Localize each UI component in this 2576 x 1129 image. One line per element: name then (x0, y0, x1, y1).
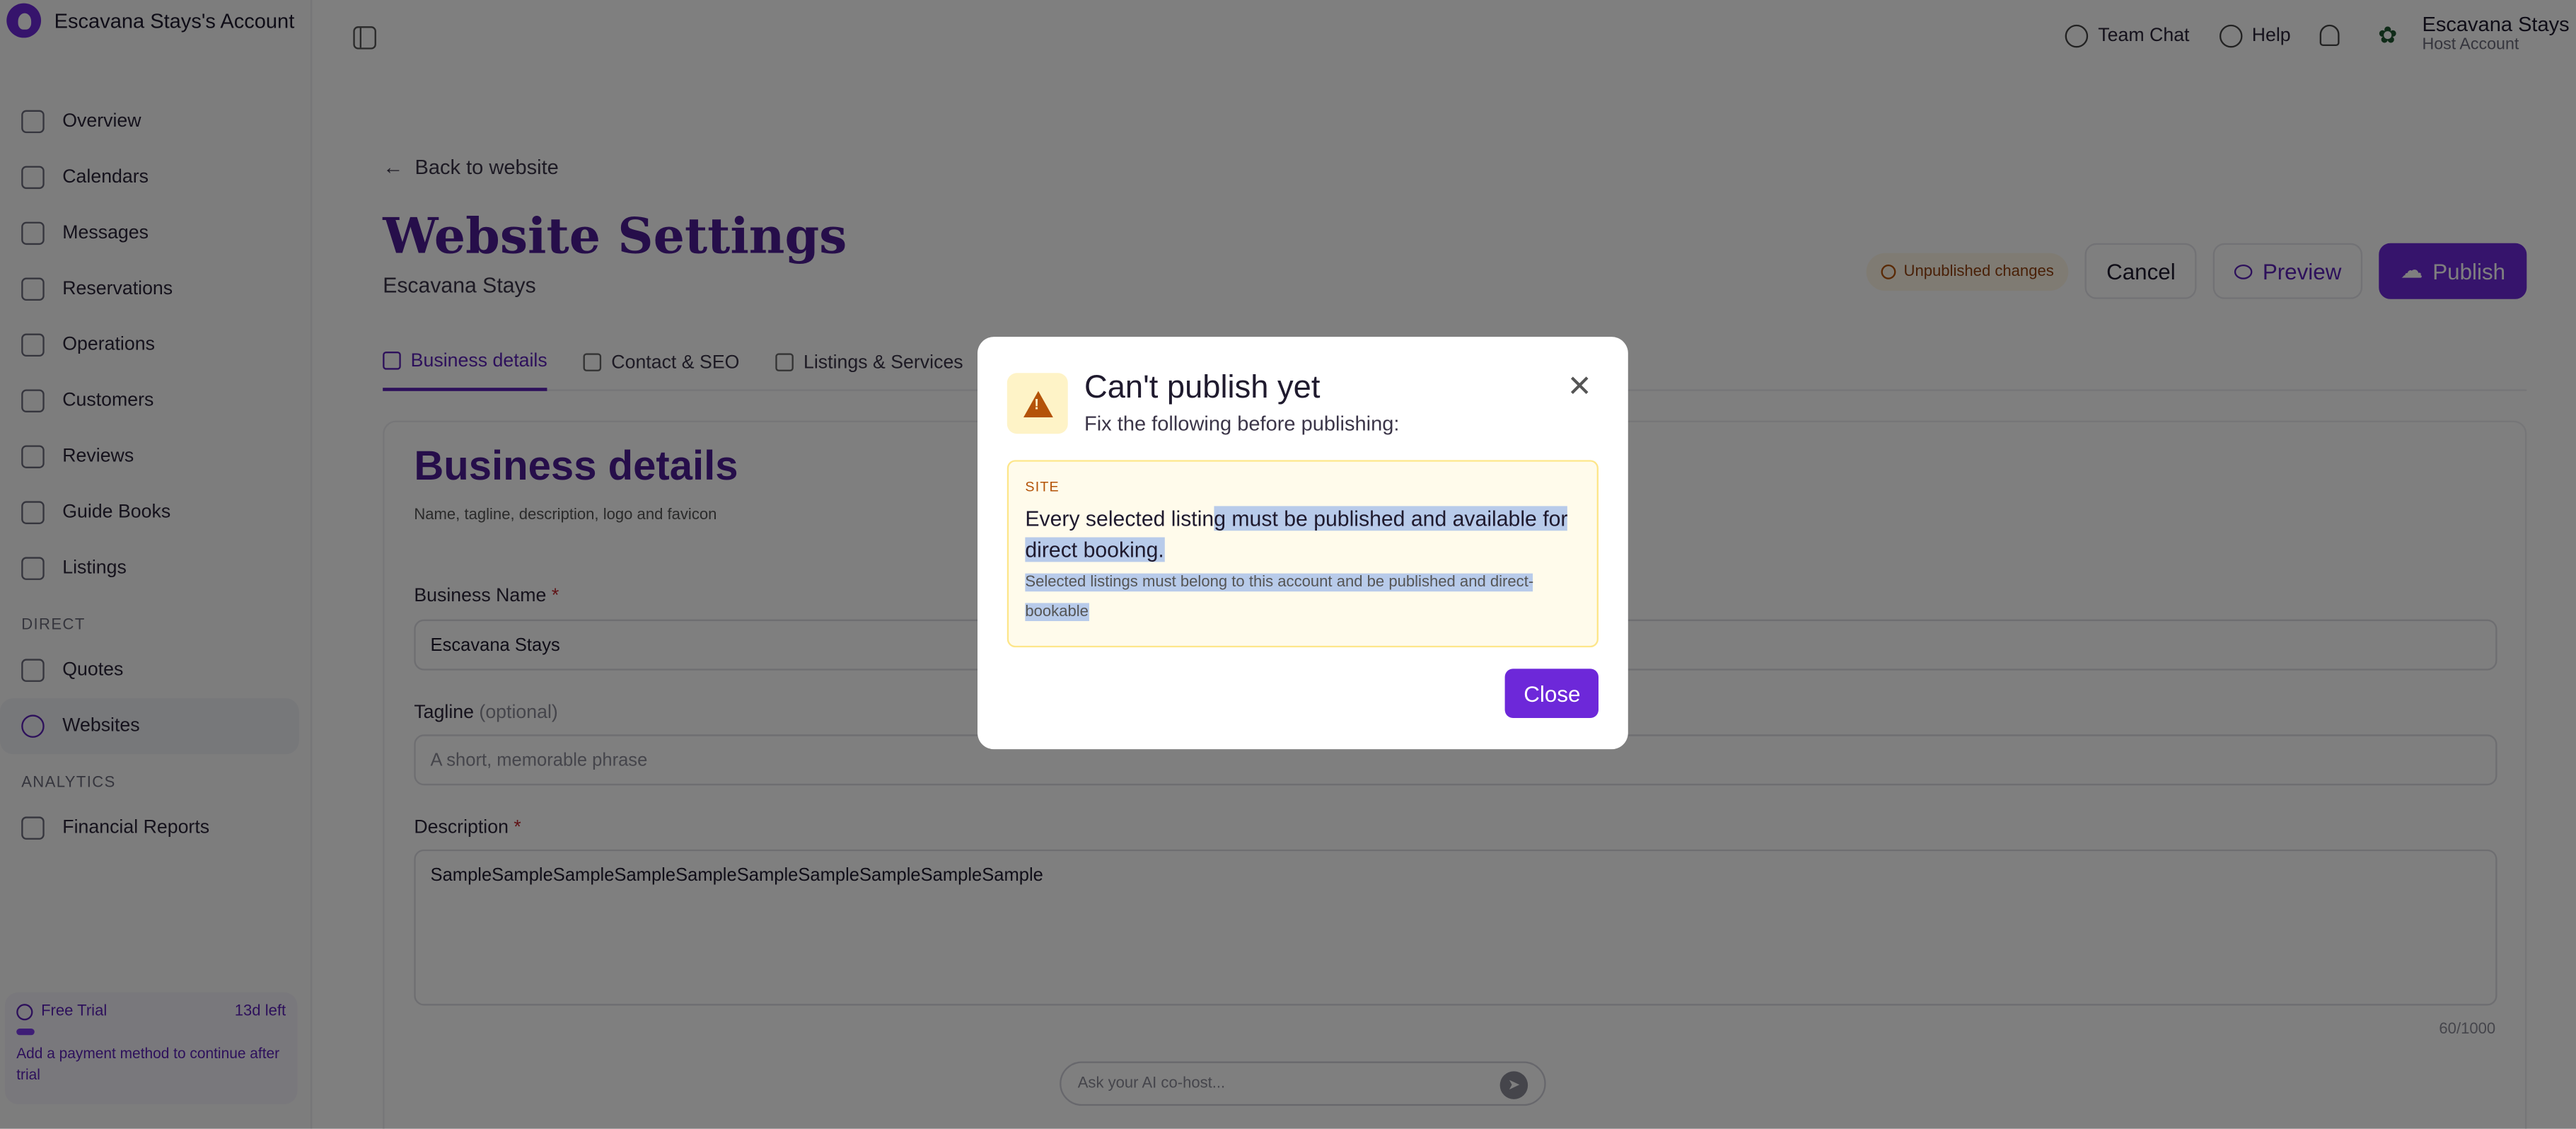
issue-message-start: Every selected listin (1025, 506, 1214, 531)
close-icon[interactable]: ✕ (1567, 371, 1592, 401)
cant-publish-dialog: Can't publish yet Fix the following befo… (977, 337, 1628, 750)
issue-message: Every selected listing must be published… (1025, 503, 1580, 565)
issue-detail-text: Selected listings must belong to this ac… (1025, 573, 1534, 621)
issue-tag: SITE (1025, 477, 1060, 495)
dialog-subtitle: Fix the following before publishing: (1084, 412, 1400, 436)
issue-box: SITE Every selected listing must be publ… (1006, 460, 1599, 648)
dialog-title: Can't publish yet (1084, 369, 1321, 406)
warning-icon (1006, 373, 1068, 434)
close-button[interactable]: Close (1505, 668, 1599, 719)
issue-detail: Selected listings must belong to this ac… (1025, 569, 1580, 628)
